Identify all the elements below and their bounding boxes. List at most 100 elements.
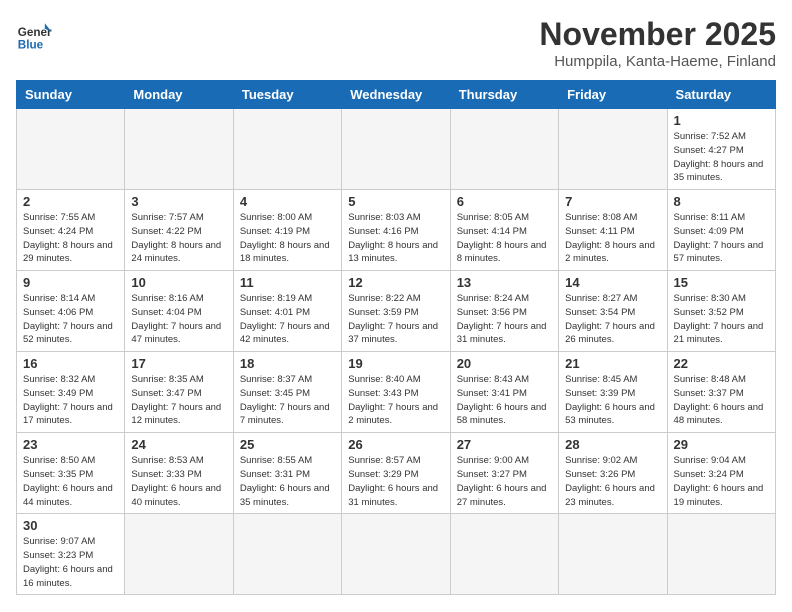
calendar-cell: 23 Sunrise: 8:50 AM Sunset: 3:35 PM Dayli… <box>17 433 125 514</box>
day-info: Sunrise: 8:40 AM Sunset: 3:43 PM Dayligh… <box>348 373 443 428</box>
calendar-cell <box>125 514 233 595</box>
day-info: Sunrise: 9:00 AM Sunset: 3:27 PM Dayligh… <box>457 454 552 509</box>
weekday-header-wednesday: Wednesday <box>342 81 450 109</box>
calendar-cell: 16 Sunrise: 8:32 AM Sunset: 3:49 PM Dayli… <box>17 352 125 433</box>
day-number: 1 <box>674 113 769 128</box>
calendar-cell: 10 Sunrise: 8:16 AM Sunset: 4:04 PM Dayli… <box>125 271 233 352</box>
day-info: Sunrise: 8:11 AM Sunset: 4:09 PM Dayligh… <box>674 211 769 266</box>
location-subtitle: Humppila, Kanta-Haeme, Finland <box>539 53 776 70</box>
calendar-cell: 12 Sunrise: 8:22 AM Sunset: 3:59 PM Dayli… <box>342 271 450 352</box>
calendar-cell: 11Sunrise: 8:19 AM Sunset: 4:01 PM Dayli… <box>233 271 341 352</box>
calendar-cell: 6 Sunrise: 8:05 AM Sunset: 4:14 PM Daylig… <box>450 190 558 271</box>
day-info: Sunrise: 8:30 AM Sunset: 3:52 PM Dayligh… <box>674 292 769 347</box>
day-number: 3 <box>131 194 226 209</box>
day-info: Sunrise: 8:22 AM Sunset: 3:59 PM Dayligh… <box>348 292 443 347</box>
calendar-cell: 19 Sunrise: 8:40 AM Sunset: 3:43 PM Dayli… <box>342 352 450 433</box>
day-number: 10 <box>131 275 226 290</box>
day-number: 25 <box>240 437 335 452</box>
day-info: Sunrise: 8:35 AM Sunset: 3:47 PM Dayligh… <box>131 373 226 428</box>
day-info: Sunrise: 8:05 AM Sunset: 4:14 PM Dayligh… <box>457 211 552 266</box>
day-info: Sunrise: 8:55 AM Sunset: 3:31 PM Dayligh… <box>240 454 335 509</box>
calendar-cell: 28 Sunrise: 9:02 AM Sunset: 3:26 PM Dayli… <box>559 433 667 514</box>
day-number: 24 <box>131 437 226 452</box>
day-number: 12 <box>348 275 443 290</box>
calendar-cell <box>17 109 125 190</box>
calendar-week-row: 9Sunrise: 8:14 AM Sunset: 4:06 PM Daylig… <box>17 271 776 352</box>
day-info: Sunrise: 7:52 AM Sunset: 4:27 PM Dayligh… <box>674 130 769 185</box>
calendar-cell: 7 Sunrise: 8:08 AM Sunset: 4:11 PM Daylig… <box>559 190 667 271</box>
calendar-cell: 17 Sunrise: 8:35 AM Sunset: 3:47 PM Dayli… <box>125 352 233 433</box>
weekday-header-row: SundayMondayTuesdayWednesdayThursdayFrid… <box>17 81 776 109</box>
calendar-cell <box>233 109 341 190</box>
calendar-cell: 3 Sunrise: 7:57 AM Sunset: 4:22 PM Daylig… <box>125 190 233 271</box>
calendar-cell: 24 Sunrise: 8:53 AM Sunset: 3:33 PM Dayli… <box>125 433 233 514</box>
calendar-week-row: 1 Sunrise: 7:52 AM Sunset: 4:27 PM Daylig… <box>17 109 776 190</box>
calendar-week-row: 23 Sunrise: 8:50 AM Sunset: 3:35 PM Dayli… <box>17 433 776 514</box>
day-number: 18 <box>240 356 335 371</box>
day-number: 29 <box>674 437 769 452</box>
weekday-header-friday: Friday <box>559 81 667 109</box>
calendar-cell: 18 Sunrise: 8:37 AM Sunset: 3:45 PM Dayli… <box>233 352 341 433</box>
day-info: Sunrise: 8:32 AM Sunset: 3:49 PM Dayligh… <box>23 373 118 428</box>
calendar-cell <box>667 514 775 595</box>
day-number: 9 <box>23 275 118 290</box>
calendar-cell <box>342 109 450 190</box>
calendar-cell: 22Sunrise: 8:48 AM Sunset: 3:37 PM Dayli… <box>667 352 775 433</box>
weekday-header-saturday: Saturday <box>667 81 775 109</box>
calendar-cell: 20 Sunrise: 8:43 AM Sunset: 3:41 PM Dayli… <box>450 352 558 433</box>
calendar-cell <box>450 109 558 190</box>
day-info: Sunrise: 8:43 AM Sunset: 3:41 PM Dayligh… <box>457 373 552 428</box>
day-number: 4 <box>240 194 335 209</box>
day-number: 11 <box>240 275 335 290</box>
calendar-cell: 14Sunrise: 8:27 AM Sunset: 3:54 PM Dayli… <box>559 271 667 352</box>
day-info: Sunrise: 8:00 AM Sunset: 4:19 PM Dayligh… <box>240 211 335 266</box>
day-info: Sunrise: 8:16 AM Sunset: 4:04 PM Dayligh… <box>131 292 226 347</box>
day-number: 20 <box>457 356 552 371</box>
svg-text:Blue: Blue <box>18 38 44 51</box>
calendar-cell: 30Sunrise: 9:07 AM Sunset: 3:23 PM Dayli… <box>17 514 125 595</box>
logo-icon: General Blue <box>16 16 52 52</box>
page-header: General Blue November 2025 Humppila, Kan… <box>16 16 776 70</box>
calendar-cell: 13 Sunrise: 8:24 AM Sunset: 3:56 PM Dayli… <box>450 271 558 352</box>
day-info: Sunrise: 7:57 AM Sunset: 4:22 PM Dayligh… <box>131 211 226 266</box>
day-info: Sunrise: 9:07 AM Sunset: 3:23 PM Dayligh… <box>23 535 118 590</box>
logo: General Blue <box>16 16 52 52</box>
weekday-header-sunday: Sunday <box>17 81 125 109</box>
day-number: 23 <box>23 437 118 452</box>
day-number: 27 <box>457 437 552 452</box>
day-info: Sunrise: 9:02 AM Sunset: 3:26 PM Dayligh… <box>565 454 660 509</box>
calendar-cell: 27 Sunrise: 9:00 AM Sunset: 3:27 PM Dayli… <box>450 433 558 514</box>
calendar-cell <box>342 514 450 595</box>
calendar-cell <box>559 109 667 190</box>
day-info: Sunrise: 8:48 AM Sunset: 3:37 PM Dayligh… <box>674 373 769 428</box>
calendar-cell: 9Sunrise: 8:14 AM Sunset: 4:06 PM Daylig… <box>17 271 125 352</box>
day-number: 17 <box>131 356 226 371</box>
weekday-header-tuesday: Tuesday <box>233 81 341 109</box>
day-info: Sunrise: 8:24 AM Sunset: 3:56 PM Dayligh… <box>457 292 552 347</box>
day-info: Sunrise: 8:50 AM Sunset: 3:35 PM Dayligh… <box>23 454 118 509</box>
day-number: 21 <box>565 356 660 371</box>
day-info: Sunrise: 8:03 AM Sunset: 4:16 PM Dayligh… <box>348 211 443 266</box>
day-number: 15 <box>674 275 769 290</box>
calendar-cell <box>125 109 233 190</box>
calendar-cell <box>559 514 667 595</box>
calendar-cell: 2Sunrise: 7:55 AM Sunset: 4:24 PM Daylig… <box>17 190 125 271</box>
day-number: 16 <box>23 356 118 371</box>
day-info: Sunrise: 8:37 AM Sunset: 3:45 PM Dayligh… <box>240 373 335 428</box>
day-info: Sunrise: 7:55 AM Sunset: 4:24 PM Dayligh… <box>23 211 118 266</box>
day-number: 7 <box>565 194 660 209</box>
day-number: 19 <box>348 356 443 371</box>
calendar-cell <box>233 514 341 595</box>
day-info: Sunrise: 8:57 AM Sunset: 3:29 PM Dayligh… <box>348 454 443 509</box>
day-number: 26 <box>348 437 443 452</box>
day-number: 6 <box>457 194 552 209</box>
day-info: Sunrise: 8:08 AM Sunset: 4:11 PM Dayligh… <box>565 211 660 266</box>
day-number: 8 <box>674 194 769 209</box>
day-number: 28 <box>565 437 660 452</box>
day-info: Sunrise: 8:27 AM Sunset: 3:54 PM Dayligh… <box>565 292 660 347</box>
calendar-cell: 1 Sunrise: 7:52 AM Sunset: 4:27 PM Daylig… <box>667 109 775 190</box>
day-info: Sunrise: 8:53 AM Sunset: 3:33 PM Dayligh… <box>131 454 226 509</box>
calendar-week-row: 16 Sunrise: 8:32 AM Sunset: 3:49 PM Dayli… <box>17 352 776 433</box>
calendar-table: SundayMondayTuesdayWednesdayThursdayFrid… <box>16 80 776 595</box>
day-number: 13 <box>457 275 552 290</box>
